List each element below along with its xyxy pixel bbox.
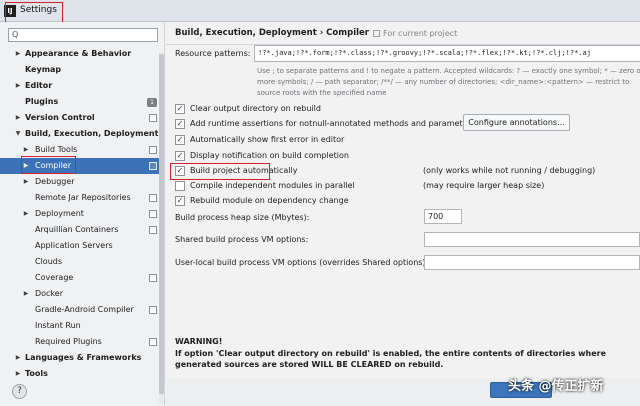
sidebar-item-label: Debugger	[35, 177, 75, 186]
shared-vm-options-input[interactable]	[424, 232, 640, 247]
watermark-text: 头条 @传正扩新	[508, 379, 604, 394]
sidebar-item-label: Remote Jar Repositories	[35, 193, 131, 202]
sidebar-item-tools[interactable]: ▶ Tools	[0, 366, 164, 382]
chevron-right-icon[interactable]: ▶	[14, 110, 22, 126]
project-scope-icon	[149, 226, 157, 234]
warning-title: WARNING!	[175, 337, 223, 346]
sidebar-item-label: Tools	[25, 369, 48, 378]
sidebar-item-debugger[interactable]: ▶ Debugger	[0, 174, 164, 190]
resource-patterns-hint: Use ; to separate patterns and ! to nega…	[257, 67, 640, 97]
scope-indicator: For current project	[373, 29, 457, 38]
heap-size-input[interactable]: 700	[424, 209, 462, 224]
chevron-right-icon[interactable]: ▶	[14, 366, 22, 382]
sidebar-item-label: Gradle-Android Compiler	[35, 305, 134, 314]
unchecked-checkbox[interactable]	[175, 181, 185, 191]
project-scope-icon	[149, 114, 157, 122]
resource-patterns-label: Resource patterns:	[175, 49, 251, 58]
sidebar-item-deployment[interactable]: ▶ Deployment	[0, 206, 164, 222]
breadcrumb: Build, Execution, Deployment › Compiler	[175, 28, 369, 38]
sidebar-item-application-servers[interactable]: Application Servers	[0, 238, 164, 254]
chevron-right-icon[interactable]: ▶	[14, 78, 22, 94]
sidebar-item-label: Version Control	[25, 113, 95, 122]
option-label: Compile independent modules in parallel	[190, 181, 355, 190]
sidebar-item-instant-run[interactable]: Instant Run	[0, 318, 164, 334]
sidebar-scrollbar-thumb[interactable]	[159, 54, 164, 394]
project-scope-icon	[373, 30, 380, 37]
option-note: (may require larger heap size)	[423, 181, 545, 190]
search-input[interactable]	[23, 29, 153, 41]
checked-checkbox[interactable]: ✓	[175, 135, 185, 145]
help-button[interactable]: ?	[12, 384, 27, 399]
sidebar-item-remote-jar-repositories[interactable]: Remote Jar Repositories	[0, 190, 164, 206]
user-vm-options-input[interactable]	[424, 255, 640, 270]
project-scope-icon	[149, 194, 157, 202]
sidebar-item-required-plugins[interactable]: Required Plugins	[0, 334, 164, 350]
chevron-down-icon[interactable]: ▼	[14, 126, 22, 142]
checked-checkbox[interactable]: ✓	[175, 196, 185, 206]
heap-size-label: Build process heap size (Mbytes):	[175, 213, 310, 222]
title-bar: IJ Settings	[0, 0, 640, 22]
shared-vm-options-label: Shared build process VM options:	[175, 235, 309, 244]
scope-label: For current project	[383, 29, 458, 38]
sidebar-item-plugins[interactable]: Plugins 1	[0, 94, 164, 110]
checked-checkbox[interactable]: ✓	[175, 151, 185, 161]
sidebar-item-label: Editor	[25, 81, 53, 90]
sidebar-item-label: Languages & Frameworks	[25, 353, 142, 362]
chevron-right-icon[interactable]: ▶	[22, 206, 30, 222]
sidebar-item-appearance-behavior[interactable]: ▶ Appearance & Behavior	[0, 46, 164, 62]
sidebar-item-docker[interactable]: ▶ Docker	[0, 286, 164, 302]
option-label: Rebuild module on dependency change	[190, 196, 349, 205]
resource-patterns-input[interactable]: !?*.java;!?*.form;!?*.class;!?*.groovy;!…	[254, 45, 640, 62]
sidebar-item-label: Arquillian Containers	[35, 225, 119, 234]
sidebar-item-clouds[interactable]: Clouds	[0, 254, 164, 270]
sidebar-item-label: Clouds	[35, 257, 63, 266]
sidebar-item-version-control[interactable]: ▶ Version Control	[0, 110, 164, 126]
sidebar-item-label: Required Plugins	[35, 337, 102, 346]
project-scope-icon	[149, 162, 157, 170]
chevron-right-icon[interactable]: ▶	[22, 286, 30, 302]
sidebar-item-label: Instant Run	[35, 321, 81, 330]
sidebar-item-arquillian-containers[interactable]: Arquillian Containers	[0, 222, 164, 238]
warning-text: If option 'Clear output directory on reb…	[175, 349, 607, 369]
sidebar-item-label: Docker	[35, 289, 64, 298]
chevron-right-icon[interactable]: ▶	[14, 46, 22, 62]
sidebar-item-languages-frameworks[interactable]: ▶ Languages & Frameworks	[0, 350, 164, 366]
sidebar-item-label: Plugins	[25, 97, 59, 106]
project-scope-icon	[149, 274, 157, 282]
checked-checkbox[interactable]: ✓	[175, 119, 185, 129]
project-scope-icon	[149, 146, 157, 154]
configure-annotations-button[interactable]: Configure annotations...	[463, 114, 570, 131]
option-label: Add runtime assertions for notnull-annot…	[190, 119, 475, 128]
project-scope-icon	[149, 210, 157, 218]
option-label: Automatically show first error in editor	[190, 135, 345, 144]
sidebar-item-label: Coverage	[35, 273, 74, 282]
update-count-badge: 1	[147, 98, 157, 107]
sidebar-item-label: Deployment	[35, 209, 84, 218]
option-label: Display notification on build completion	[190, 151, 349, 160]
user-vm-options-label: User-local build process VM options (ove…	[175, 258, 429, 267]
sidebar-item-label: Build, Execution, Deployment	[25, 129, 159, 138]
settings-sidebar: Q ▶ Appearance & Behavior Keymap ▶ Editor Plu…	[0, 22, 165, 406]
compiler-highlight-box	[21, 156, 76, 174]
sidebar-item-editor[interactable]: ▶ Editor	[0, 78, 164, 94]
option-note: (only works while not running / debuggin…	[423, 166, 596, 175]
settings-search[interactable]: Q	[8, 28, 158, 42]
sidebar-item-coverage[interactable]: Coverage	[0, 270, 164, 286]
project-scope-icon	[149, 306, 157, 314]
option-label: Clear output directory on rebuild	[190, 104, 321, 113]
sidebar-item-keymap[interactable]: Keymap	[0, 62, 164, 78]
checked-checkbox[interactable]: ✓	[175, 104, 185, 114]
sidebar-item-label: Appearance & Behavior	[25, 49, 132, 58]
sidebar-item-label: Application Servers	[35, 241, 113, 250]
sidebar-item-build-execution-deployment[interactable]: ▼ Build, Execution, Deployment	[0, 126, 164, 142]
build-automatically-highlight-box	[170, 163, 270, 180]
chevron-right-icon[interactable]: ▶	[22, 174, 30, 190]
compiler-settings-panel: Build, Execution, Deployment › Compiler …	[166, 22, 640, 406]
chevron-right-icon[interactable]: ▶	[14, 350, 22, 366]
sidebar-item-gradle-android-compiler[interactable]: Gradle-Android Compiler	[0, 302, 164, 318]
search-icon: Q	[12, 30, 19, 39]
sidebar-item-label: Keymap	[25, 65, 62, 74]
project-scope-icon	[149, 338, 157, 346]
